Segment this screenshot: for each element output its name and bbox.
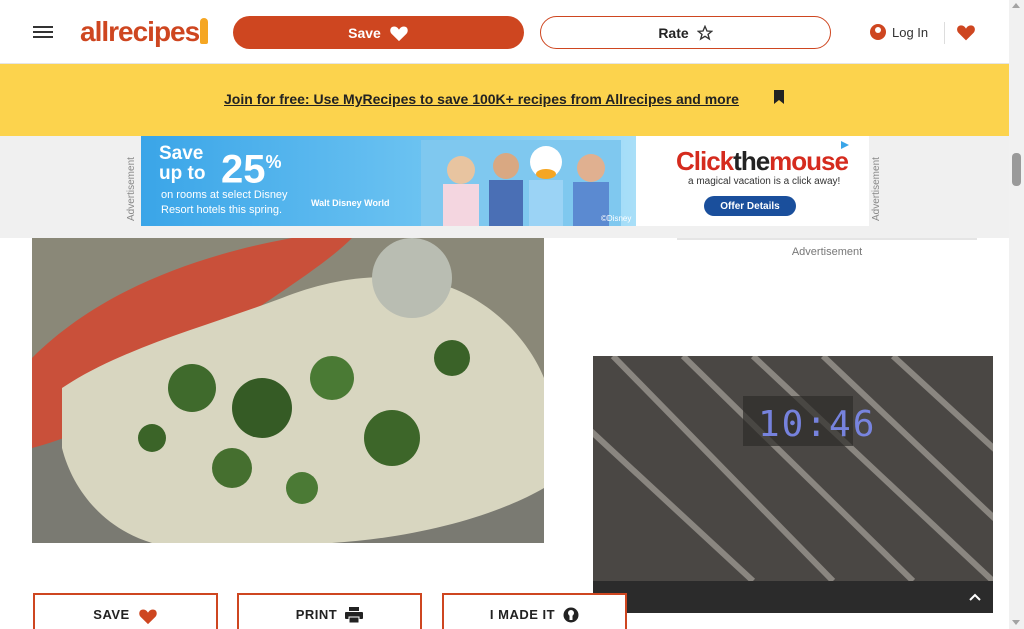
top-ad-strip: Advertisement Advertisement Save up to 2… <box>0 136 1009 238</box>
scroll-up-arrow-icon[interactable] <box>1012 3 1020 8</box>
side-ad-label: Advertisement <box>791 246 863 258</box>
save-button-label: Save <box>348 24 381 41</box>
banner-bookmark-icon[interactable] <box>773 90 785 104</box>
star-icon <box>696 24 713 40</box>
header-divider <box>944 22 945 44</box>
hamburger-menu-icon[interactable] <box>33 23 53 41</box>
ad-save-text: Save up to <box>159 143 206 184</box>
made-it-label: I MADE IT <box>489 607 556 622</box>
printer-icon <box>345 607 364 623</box>
ad-resort-brand: Walt Disney World <box>311 198 390 208</box>
recipe-photo[interactable] <box>32 238 544 543</box>
video-control-bar[interactable] <box>593 581 993 613</box>
ad-family-photo <box>421 140 621 226</box>
heart-icon <box>138 609 157 625</box>
login-label: Log In <box>892 24 929 40</box>
join-free-link[interactable]: Join for free: Use MyRecipes to save 100… <box>224 91 739 107</box>
chevron-up-icon[interactable] <box>966 588 984 606</box>
ad-subline: on rooms at select Disney Resort hotels … <box>161 189 288 216</box>
print-label: PRINT <box>295 607 338 622</box>
logo-text: allrecipes <box>80 16 200 47</box>
ad-offer-details-button[interactable]: Offer Details <box>704 196 796 216</box>
rate-recipe-button[interactable]: Rate <box>540 16 831 49</box>
page-scrollbar[interactable] <box>1009 0 1024 629</box>
ad-copyright: ©Disney <box>601 214 632 223</box>
ad-label-right: Advertisement <box>871 157 882 221</box>
ad-brand-name: Clickthemouse <box>676 146 849 176</box>
disney-ad-banner[interactable]: Save up to 25% on rooms at select Disney… <box>141 136 869 226</box>
promo-banner: Join for free: Use MyRecipes to save 100… <box>0 64 1009 136</box>
scrollbar-thumb[interactable] <box>1012 153 1021 186</box>
video-clock-display: 10:46 <box>758 404 877 445</box>
save-label: SAVE <box>93 607 130 622</box>
chef-hat-icon <box>563 607 579 623</box>
login-link[interactable]: Log In <box>870 22 928 42</box>
ad-brand-panel: Clickthemouse a magical vacation is a cl… <box>636 136 869 226</box>
side-ad-frame <box>677 238 977 240</box>
ad-promo-panel: Save up to 25% on rooms at select Disney… <box>141 136 636 226</box>
print-button[interactable]: PRINT <box>237 593 422 629</box>
save-recipe-button[interactable]: Save <box>233 16 524 49</box>
user-icon <box>870 24 886 40</box>
logo-spoon-icon <box>200 18 209 44</box>
video-player[interactable]: 10:46 <box>593 356 993 613</box>
ad-label-left: Advertisement <box>126 157 137 221</box>
adchoices-icon[interactable] <box>840 140 850 150</box>
site-logo[interactable]: allrecipes <box>80 16 209 48</box>
i-made-it-button[interactable]: I MADE IT <box>442 593 627 629</box>
rate-button-label: Rate <box>658 24 689 41</box>
save-button[interactable]: SAVE <box>33 593 218 629</box>
video-frame-grill <box>593 356 993 581</box>
heart-icon <box>390 25 408 41</box>
ad-tagline: a magical vacation is a click away! <box>688 176 841 187</box>
saved-recipes-heart-icon[interactable] <box>956 22 976 42</box>
scroll-down-arrow-icon[interactable] <box>1012 620 1020 625</box>
ad-percent: 25% <box>221 147 282 192</box>
site-header: allrecipes Save Rate Log In <box>0 0 1009 64</box>
page: allrecipes Save Rate Log In Join for fre… <box>0 0 1024 629</box>
